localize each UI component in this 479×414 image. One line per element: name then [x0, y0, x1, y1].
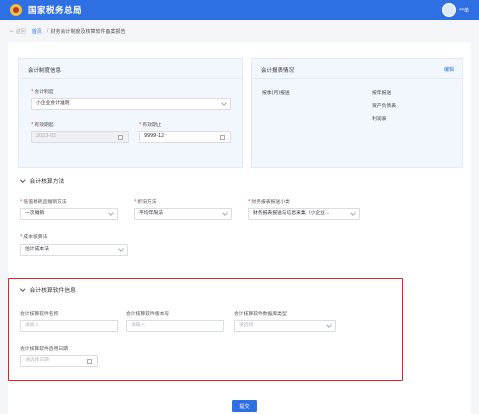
- end-date-field[interactable]: 9999-12: [139, 131, 231, 143]
- breadcrumb: ← 返回 首页 / 财务会计制度及核算软件备案报告: [10, 26, 126, 36]
- depreciation-method-select[interactable]: 平均年限法: [134, 208, 232, 220]
- accounting-system-card: 会计制度信息 *会计制度 小企业会计准则 *有效期起 2023-02 *有效期止…: [18, 58, 243, 168]
- cost-method-label: *成本核算法: [20, 235, 48, 240]
- back-link[interactable]: ← 返回: [10, 28, 26, 35]
- avatar[interactable]: [441, 3, 456, 17]
- top-bar: 国家税务总局 **单: [0, 0, 479, 20]
- tax-bureau-logo-icon: [10, 4, 22, 16]
- low-value-method-select[interactable]: 一次摊销: [20, 208, 118, 220]
- depreciation-label: *折旧方法: [134, 200, 157, 205]
- highlight-box: [8, 278, 403, 381]
- report-item: 按年报送: [372, 91, 392, 96]
- report-item: 资产负债表: [372, 104, 396, 109]
- brand-title: 国家税务总局: [28, 6, 83, 16]
- submit-button[interactable]: 提交: [232, 400, 257, 412]
- report-card: 会计报表情况 编辑 按季(月)报送 按年报送 资产负债表 利润表: [251, 58, 463, 168]
- user-name[interactable]: **单: [459, 7, 469, 14]
- accounting-method-section-title[interactable]: 会计核算方法: [20, 176, 64, 185]
- chevron-down-icon: [118, 246, 124, 252]
- breadcrumb-separator: /: [46, 28, 49, 34]
- report-category-label: *财务报表报送小类: [248, 200, 290, 205]
- breadcrumb-home[interactable]: 首页: [32, 28, 42, 35]
- period-label: 按季(月)报送: [262, 91, 290, 96]
- user-menu[interactable]: **单: [441, 3, 469, 17]
- chevron-down-icon: [221, 100, 227, 106]
- chevron-down-icon: [108, 210, 114, 216]
- cost-method-select[interactable]: 估计成本法: [20, 244, 128, 256]
- start-date-field: 2023-02: [31, 131, 129, 143]
- report-category-select[interactable]: 财务报表报送与信息采集（小企业...: [248, 208, 360, 220]
- breadcrumb-current: 财务会计制度及核算软件备案报告: [50, 28, 126, 35]
- end-date-label: *有效期止: [139, 123, 162, 128]
- low-value-label: *低值易耗品摊销方法: [20, 200, 67, 205]
- chevron-down-icon: [222, 210, 228, 216]
- system-label: *会计制度: [31, 90, 54, 95]
- calendar-icon: [118, 135, 123, 140]
- card-title: 会计制度信息: [28, 68, 62, 74]
- card-title: 会计报表情况: [261, 68, 295, 74]
- chevron-down-icon: [350, 210, 356, 216]
- report-item: 利润表: [372, 117, 387, 122]
- edit-link[interactable]: 编辑: [444, 66, 454, 73]
- calendar-icon: [220, 135, 225, 140]
- start-date-label: *有效期起: [31, 123, 54, 128]
- accounting-system-select[interactable]: 小企业会计准则: [31, 98, 231, 110]
- chevron-down-icon: [20, 177, 26, 182]
